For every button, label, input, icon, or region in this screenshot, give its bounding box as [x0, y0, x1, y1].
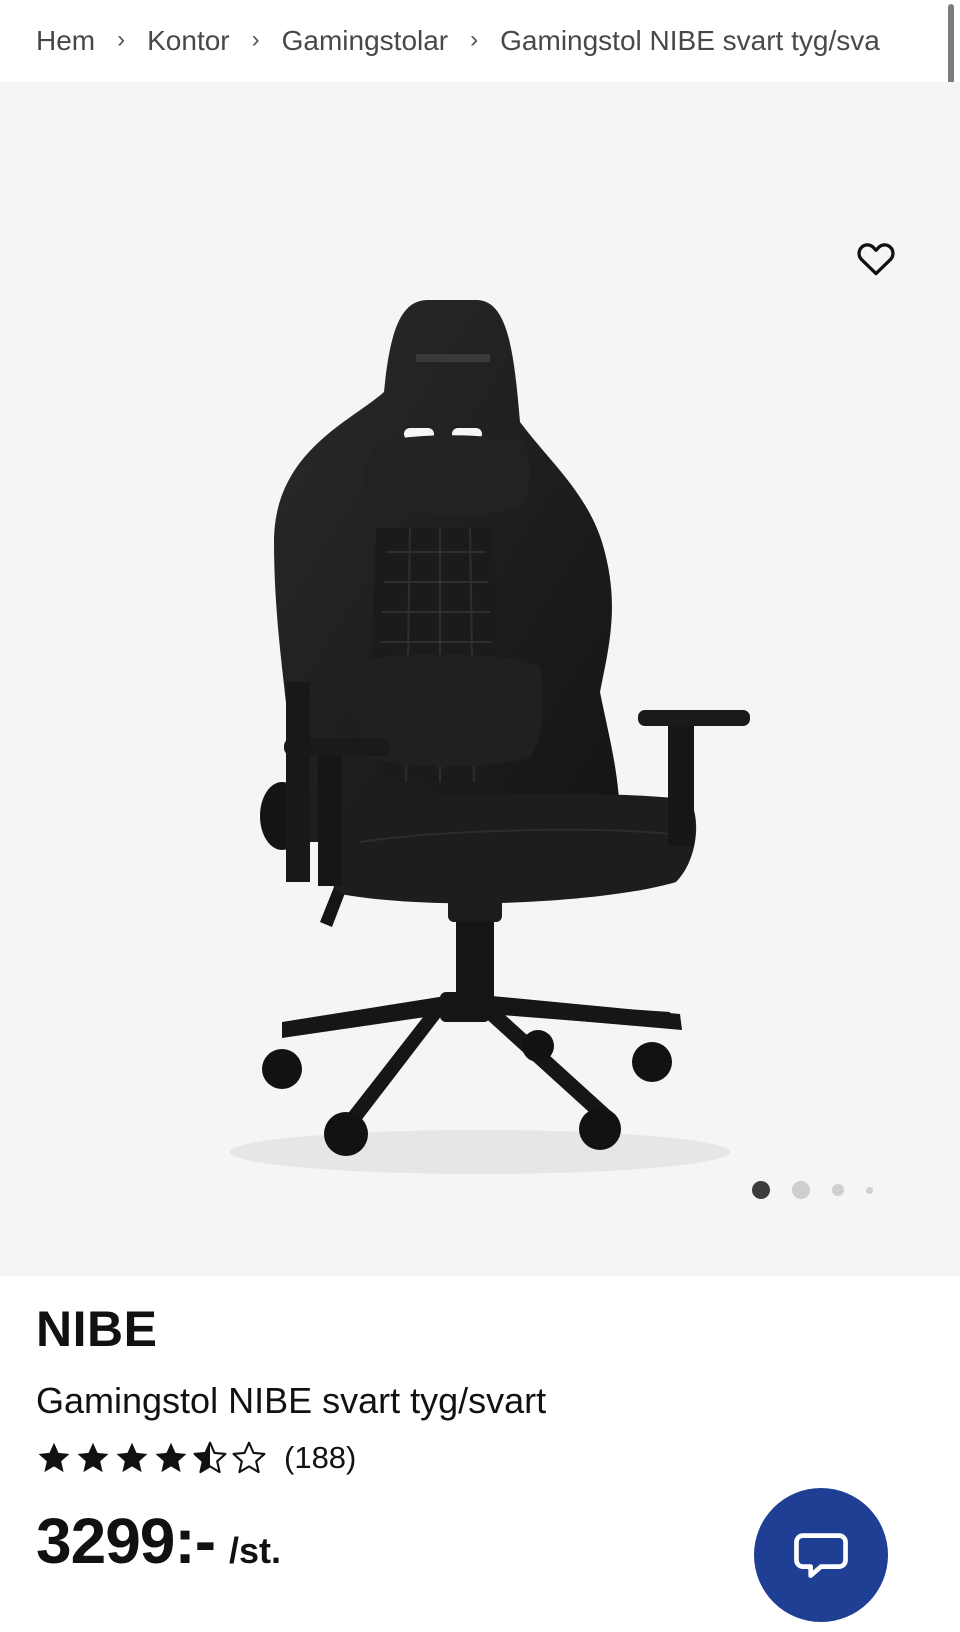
star-filled-icon — [77, 1442, 109, 1473]
product-image-chair — [230, 300, 750, 1174]
chat-bubble-icon — [794, 1533, 848, 1578]
chevron-right-icon: › — [251, 26, 260, 53]
breadcrumb-item-home[interactable]: Hem — [36, 25, 95, 57]
product-page: Hem › Kontor › Gamingstolar › Gamingstol… — [0, 0, 960, 1632]
product-price: 3299:- — [36, 1505, 216, 1577]
product-rating[interactable]: (188) — [36, 1434, 356, 1482]
star-half-icon — [193, 1441, 227, 1474]
breadcrumb-item-office[interactable]: Kontor — [147, 25, 230, 57]
pagination-dot-4[interactable] — [866, 1186, 873, 1194]
chevron-right-icon: › — [117, 26, 126, 53]
price-unit: /st. — [229, 1530, 282, 1571]
breadcrumb: Hem › Kontor › Gamingstolar › Gamingstol… — [0, 0, 940, 82]
chat-button[interactable] — [754, 1488, 888, 1622]
star-filled-icon — [38, 1442, 70, 1473]
product-brand: NIBE — [36, 1301, 158, 1357]
breadcrumb-item-current[interactable]: Gamingstol NIBE svart tyg/sva — [500, 25, 880, 57]
price-row: 3299:- /st. — [36, 1504, 281, 1578]
chevron-right-icon: › — [470, 26, 479, 53]
pagination-dot-2[interactable] — [792, 1181, 810, 1199]
product-title: Gamingstol NIBE svart tyg/svart — [36, 1380, 547, 1421]
image-pagination — [752, 1178, 895, 1202]
heart-outline-icon — [857, 243, 895, 276]
pagination-dot-1[interactable] — [752, 1181, 770, 1199]
rating-count: (188) — [284, 1440, 357, 1475]
star-filled-icon — [116, 1442, 148, 1473]
breadcrumb-item-gaming-chairs[interactable]: Gamingstolar — [282, 25, 449, 57]
pagination-dot-3[interactable] — [832, 1184, 844, 1196]
star-filled-icon — [155, 1442, 187, 1473]
star-outline-icon — [232, 1441, 266, 1474]
rating-stars — [36, 1440, 270, 1476]
product-image-gallery[interactable] — [0, 82, 960, 1276]
favorite-button[interactable] — [852, 234, 900, 282]
